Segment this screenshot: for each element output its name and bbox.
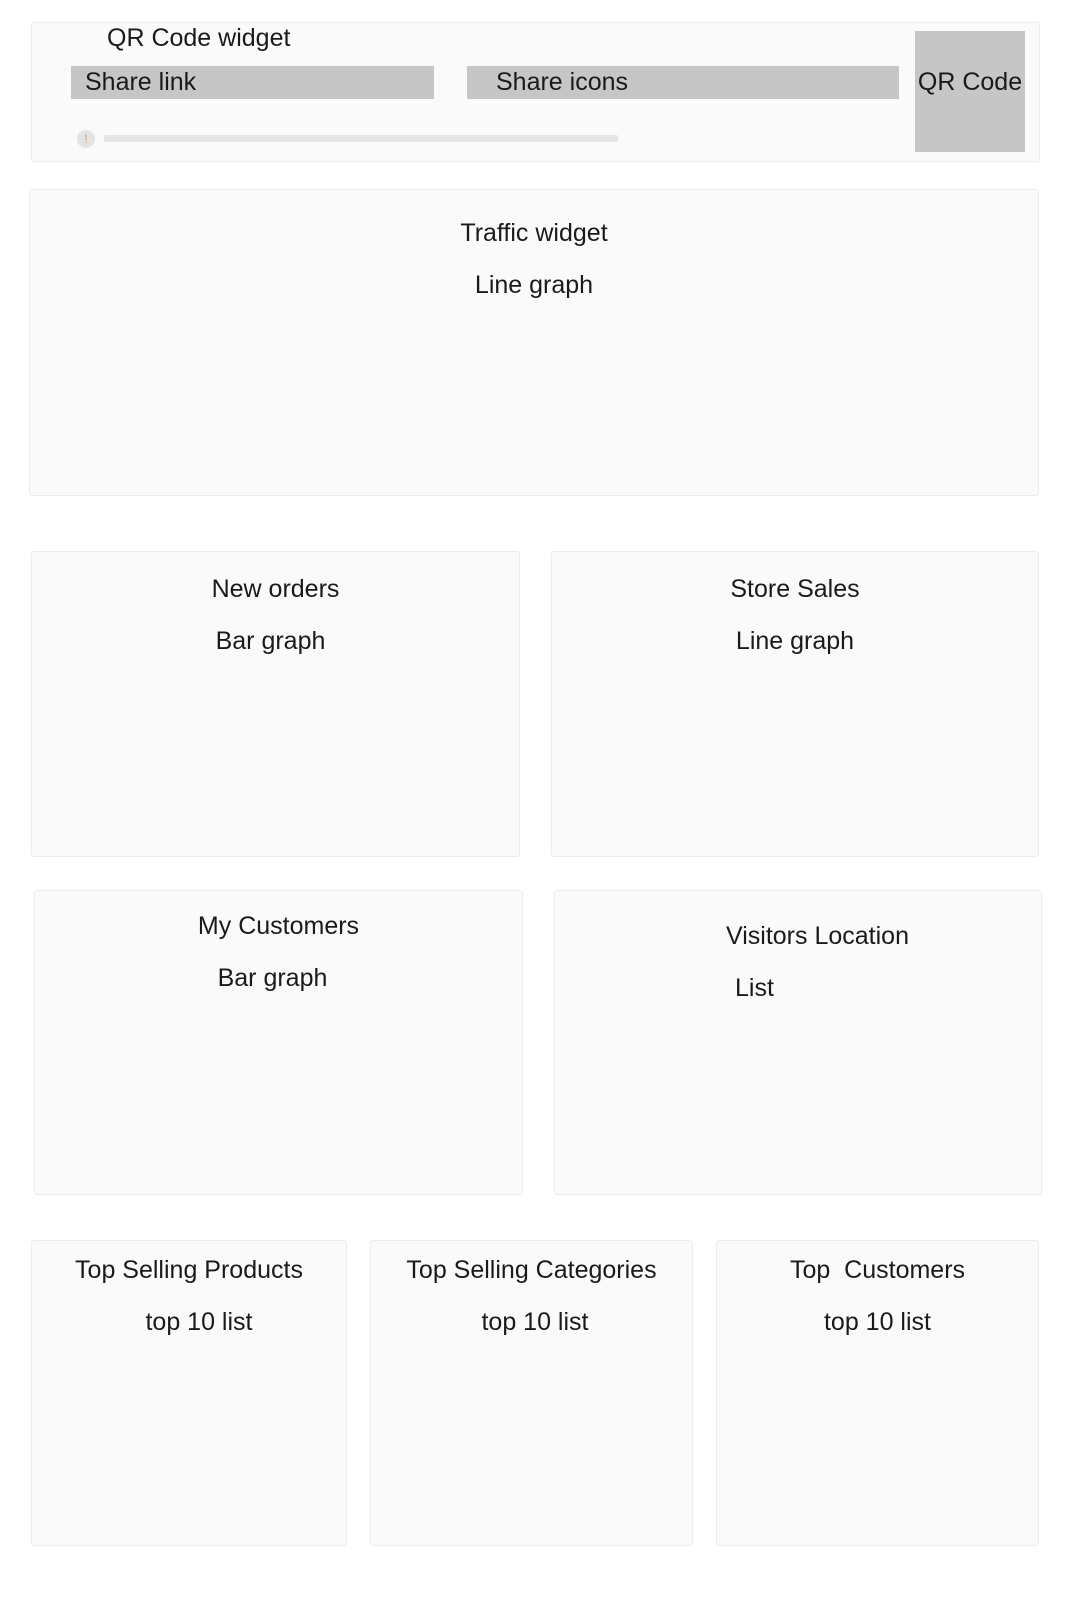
- traffic-widget-title: Traffic widget: [460, 219, 608, 247]
- visitors-location-subtitle: List: [735, 974, 774, 1002]
- visitors-location-title: Visitors Location: [726, 922, 909, 950]
- my-customers-widget: My Customers Bar graph: [34, 890, 523, 1195]
- top-selling-categories-title: Top Selling Categories: [406, 1256, 657, 1284]
- traffic-widget: Traffic widget Line graph: [29, 189, 1039, 496]
- top-selling-products-subtitle: top 10 list: [145, 1308, 253, 1336]
- top-selling-categories-widget: Top Selling Categories top 10 list: [370, 1240, 693, 1546]
- traffic-widget-subtitle: Line graph: [474, 271, 594, 299]
- qr-code-image[interactable]: QR Code: [915, 31, 1025, 152]
- store-sales-subtitle: Line graph: [735, 627, 855, 655]
- progress-bar: [104, 135, 618, 142]
- top-customers-widget: Top Customers top 10 list: [716, 1240, 1039, 1546]
- share-icons-button[interactable]: Share icons: [467, 66, 899, 99]
- visitors-location-widget: Visitors Location List: [554, 890, 1042, 1195]
- share-link-button[interactable]: Share link: [71, 66, 434, 99]
- top-selling-products-widget: Top Selling Products top 10 list: [31, 1240, 347, 1546]
- top-customers-title: Top Customers: [789, 1256, 966, 1284]
- new-orders-subtitle: Bar graph: [215, 627, 326, 655]
- my-customers-subtitle: Bar graph: [217, 964, 328, 992]
- info-dot-icon: !: [77, 130, 95, 148]
- my-customers-title: My Customers: [197, 912, 360, 940]
- qr-code-widget: QR Code widget Share link Share icons QR…: [31, 22, 1040, 162]
- new-orders-title: New orders: [211, 575, 340, 603]
- new-orders-widget: New orders Bar graph: [31, 551, 520, 857]
- store-sales-title: Store Sales: [730, 575, 860, 603]
- store-sales-widget: Store Sales Line graph: [551, 551, 1039, 857]
- top-selling-products-title: Top Selling Products: [75, 1256, 303, 1284]
- top-customers-subtitle: top 10 list: [823, 1308, 931, 1336]
- qr-widget-title: QR Code widget: [107, 24, 291, 52]
- top-selling-categories-subtitle: top 10 list: [481, 1308, 589, 1336]
